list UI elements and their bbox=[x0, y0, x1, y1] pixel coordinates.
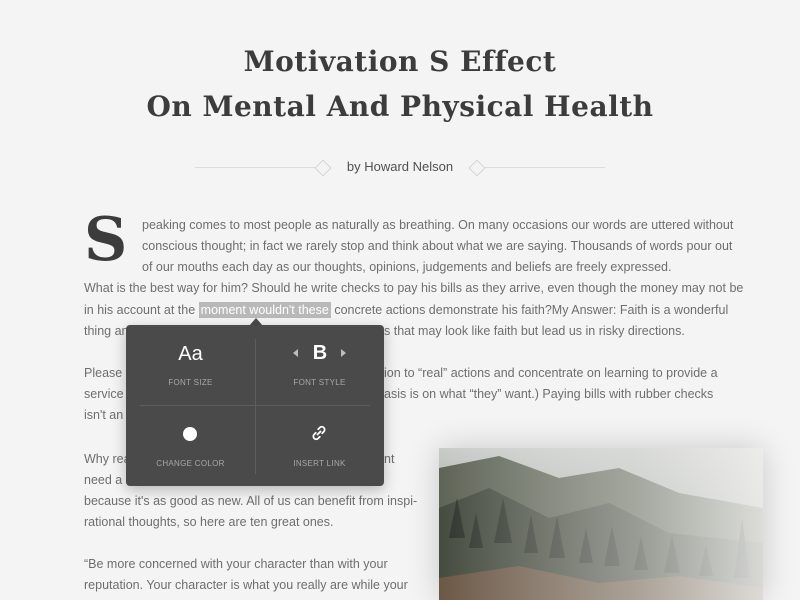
paragraph-line: because it's as good as new. All of us c… bbox=[84, 494, 418, 508]
paragraph-line: need a l bbox=[84, 473, 129, 487]
font-size-button[interactable]: Aa FONT SIZE bbox=[126, 325, 255, 405]
paragraph-line: thing an bbox=[84, 324, 129, 338]
font-style-button[interactable]: B FONT STYLE bbox=[255, 325, 384, 405]
change-color-button[interactable]: CHANGE COLOR bbox=[126, 406, 255, 486]
paragraph-line: peaking comes to most people as naturall… bbox=[142, 218, 734, 232]
paragraph-line: isn't an bbox=[84, 408, 124, 422]
font-style-control: B bbox=[255, 342, 384, 364]
paragraph-line: nt bbox=[384, 452, 395, 466]
paragraph-line: conscious thought; in fact we rarely sto… bbox=[142, 239, 733, 253]
paragraph-line: service bbox=[84, 387, 124, 401]
byline-rule-right bbox=[485, 167, 605, 168]
text-format-popup: Aa FONT SIZE B FONT STYLE CHANGE COLOR I… bbox=[126, 325, 384, 486]
paragraph-line: rational thoughts, so here are ten great… bbox=[84, 515, 334, 529]
paragraph-line: “Be more concerned with your character t… bbox=[84, 557, 388, 571]
change-color-label: CHANGE COLOR bbox=[156, 459, 225, 468]
article-title-line-2: On Mental And Physical Health bbox=[146, 90, 654, 123]
paragraph-line: of our mouths each day as our thoughts, … bbox=[142, 260, 672, 274]
paragraph-line: What is the best way for him? Should he … bbox=[84, 281, 744, 295]
paragraph-line: Please t bbox=[84, 366, 130, 380]
chevron-right-icon[interactable] bbox=[341, 349, 346, 357]
font-style-label: FONT STYLE bbox=[293, 378, 346, 387]
byline: by Howard Nelson bbox=[346, 159, 454, 174]
paragraph-line: s that may look like faith but lead us i… bbox=[384, 324, 685, 338]
link-icon bbox=[312, 425, 326, 441]
insert-link-button[interactable]: INSERT LINK bbox=[255, 406, 384, 486]
paragraph-line: asis is on what “they” want.) Paying bil… bbox=[384, 387, 714, 401]
forest-mountain-photo bbox=[439, 448, 763, 600]
text-segment: in his account at the bbox=[84, 303, 196, 317]
article-title-line-1: Motivation S Effect bbox=[243, 45, 557, 78]
color-dot-icon bbox=[183, 427, 197, 441]
paragraph-line: Why rea bbox=[84, 452, 131, 466]
font-size-icon: Aa bbox=[178, 343, 203, 365]
paragraph-line: ion to “real” actions and concentrate on… bbox=[384, 366, 718, 380]
chevron-left-icon[interactable] bbox=[293, 349, 298, 357]
byline-row: by Howard Nelson bbox=[0, 158, 800, 178]
drop-cap: S bbox=[84, 205, 128, 275]
paragraph-line: in his account at the moment wouldn't th… bbox=[84, 302, 728, 318]
text-segment: concrete actions demonstrate his faith?M… bbox=[334, 303, 729, 317]
selected-text-highlight[interactable]: moment wouldn't these bbox=[198, 302, 331, 318]
photo-illustration bbox=[439, 448, 763, 600]
insert-link-label: INSERT LINK bbox=[293, 459, 346, 468]
paragraph-line: reputation. Your character is what you r… bbox=[84, 578, 408, 592]
bold-icon: B bbox=[312, 342, 328, 364]
font-size-label: FONT SIZE bbox=[168, 378, 213, 387]
